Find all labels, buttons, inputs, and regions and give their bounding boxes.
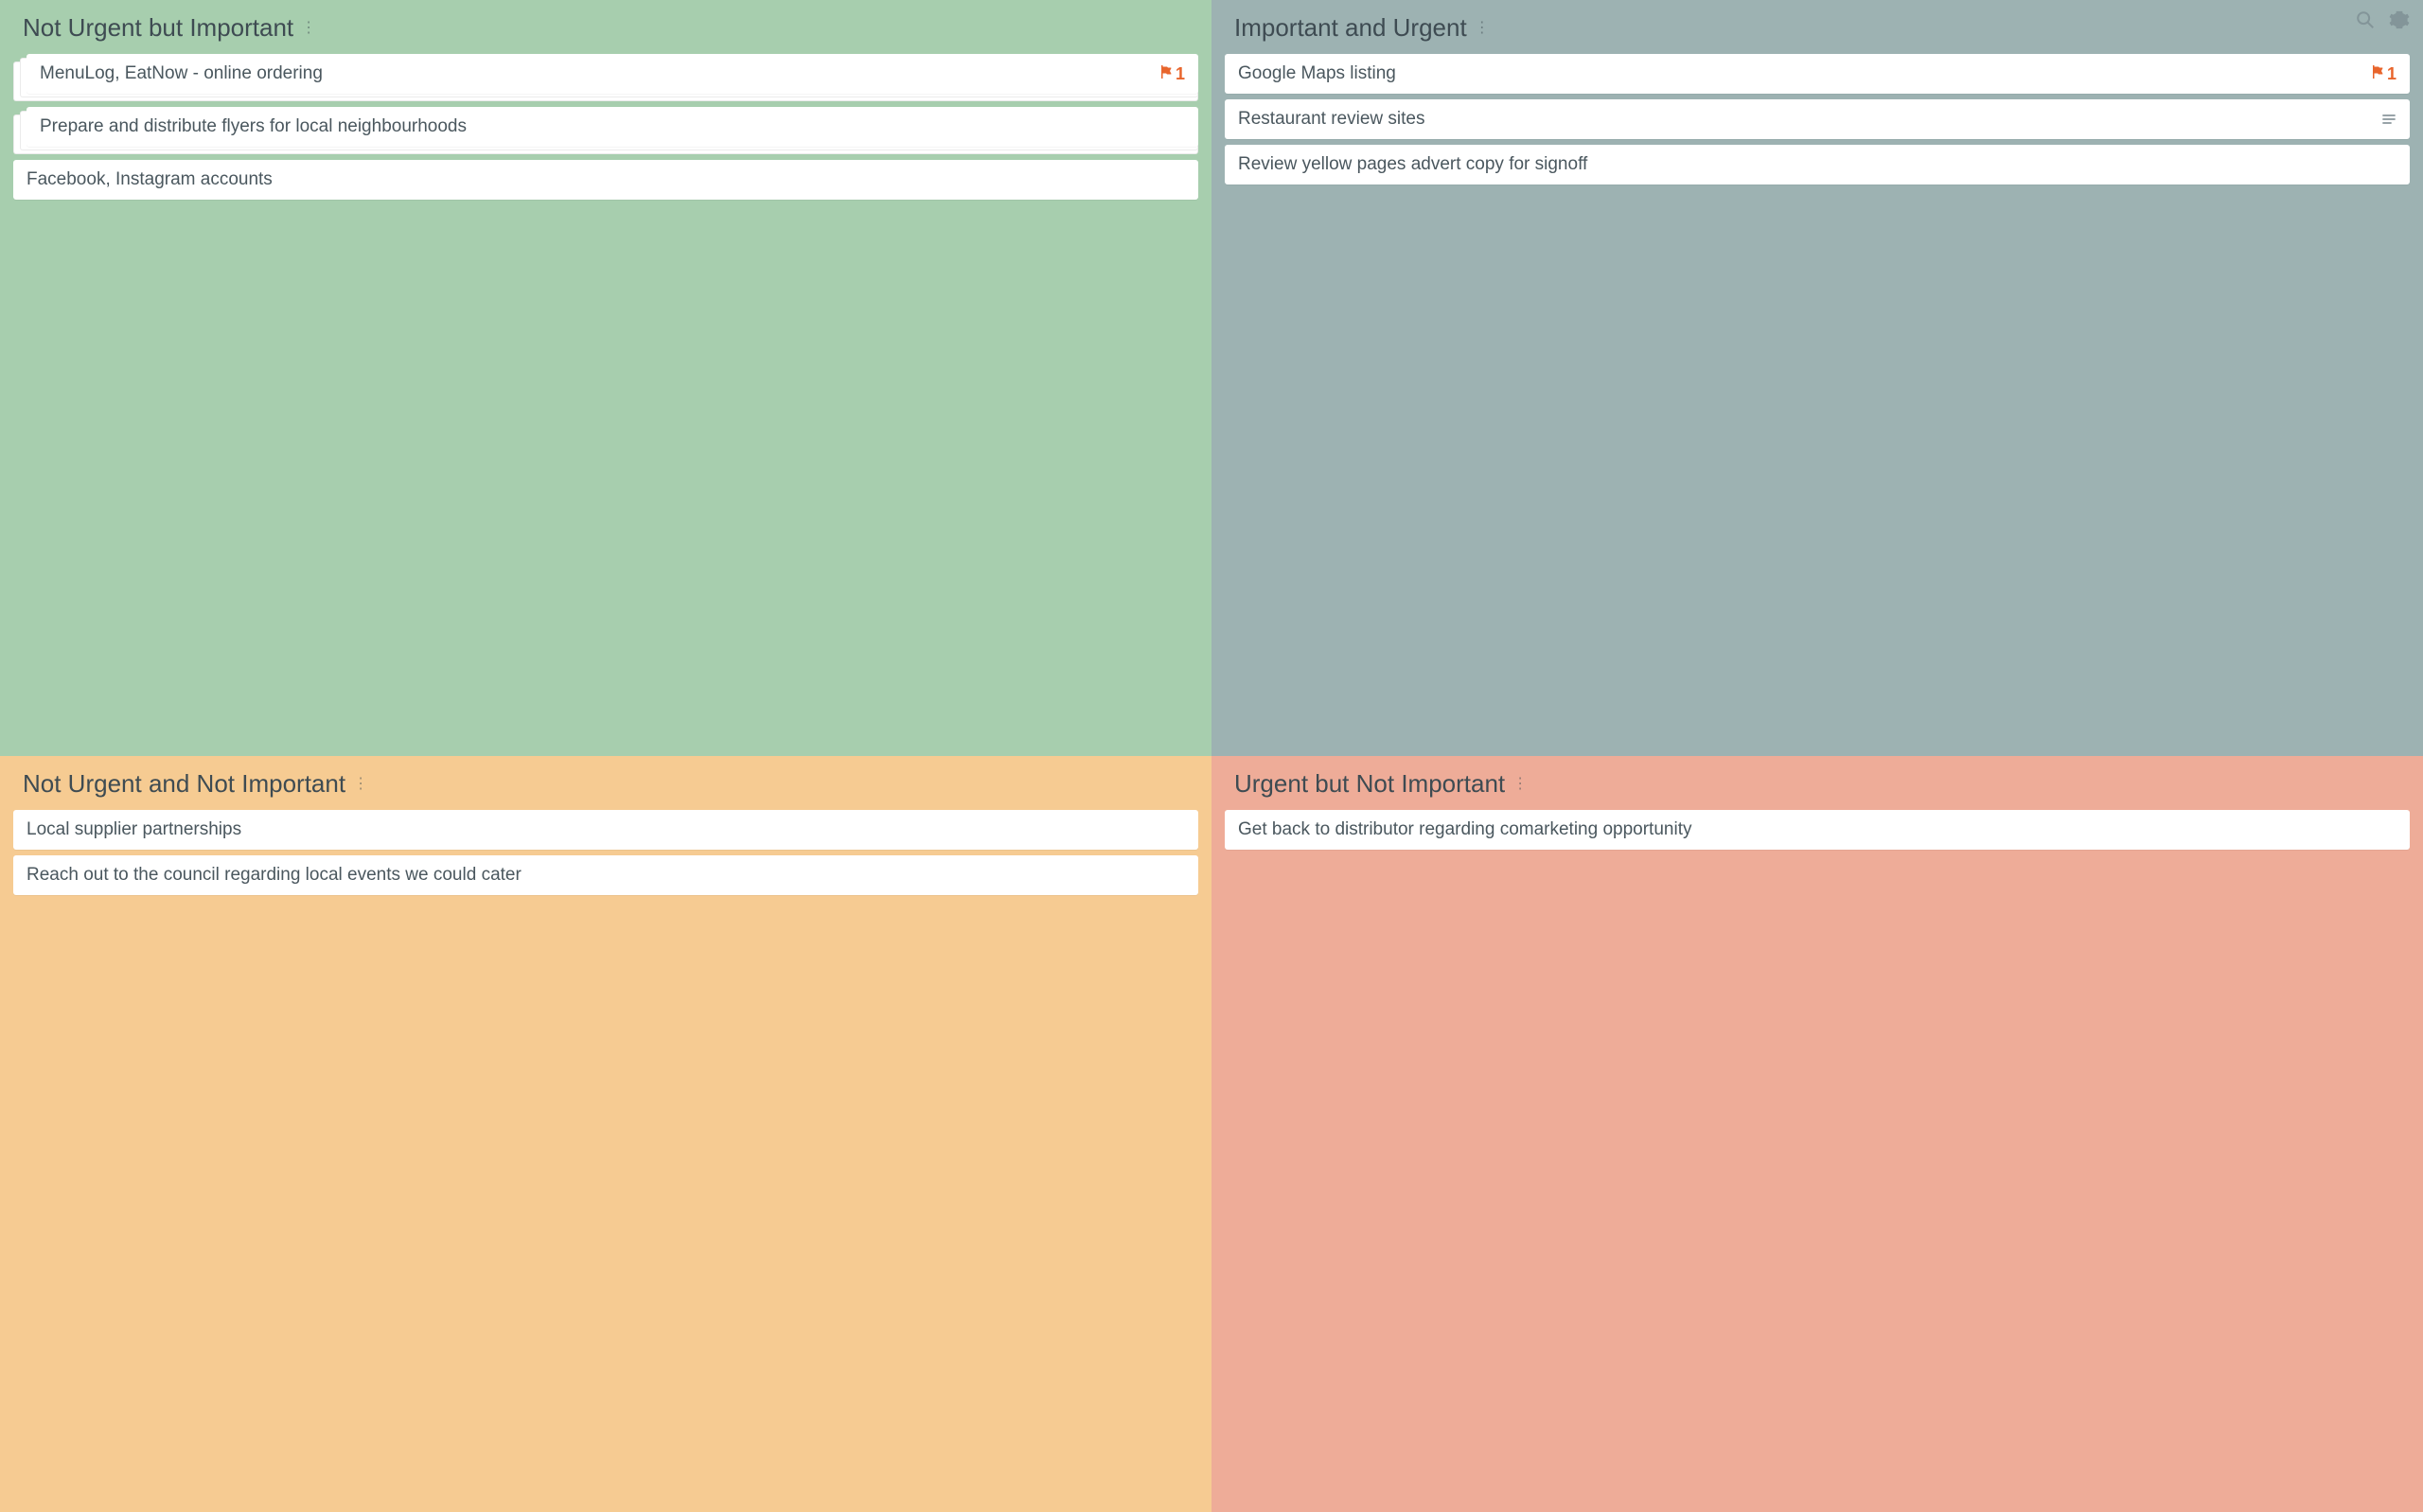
card-list: Google Maps listing 1 Restaurant review … bbox=[1225, 54, 2410, 185]
quadrant-not-urgent-not-important[interactable]: Not Urgent and Not Important ⋮ Local sup… bbox=[0, 756, 1212, 1512]
card-stack[interactable]: MenuLog, EatNow - online ordering 1 bbox=[13, 54, 1198, 94]
card-stack[interactable]: Prepare and distribute flyers for local … bbox=[13, 107, 1198, 147]
flag-icon bbox=[2370, 64, 2385, 84]
drag-handle-icon[interactable]: ⋮ bbox=[353, 777, 368, 792]
task-card[interactable]: Get back to distributor regarding comark… bbox=[1225, 810, 2410, 850]
task-card[interactable]: Review yellow pages advert copy for sign… bbox=[1225, 145, 2410, 185]
task-title: Get back to distributor regarding comark… bbox=[1238, 819, 2396, 840]
task-card[interactable]: Prepare and distribute flyers for local … bbox=[27, 107, 1198, 147]
quadrant-title: Not Urgent and Not Important bbox=[23, 769, 345, 799]
card-wrap[interactable]: Local supplier partnerships bbox=[13, 810, 1198, 850]
search-icon[interactable] bbox=[2355, 9, 2376, 30]
task-card[interactable]: Restaurant review sites bbox=[1225, 99, 2410, 139]
card-list: Local supplier partnerships Reach out to… bbox=[13, 810, 1198, 895]
quadrant-title: Urgent but Not Important bbox=[1234, 769, 1505, 799]
board-tools bbox=[2355, 9, 2410, 30]
quadrant-urgent-not-important[interactable]: Urgent but Not Important ⋮ Get back to d… bbox=[1212, 756, 2423, 1512]
drag-handle-icon[interactable]: ⋮ bbox=[301, 21, 316, 36]
task-card[interactable]: Local supplier partnerships bbox=[13, 810, 1198, 850]
flag-count: 1 bbox=[1176, 64, 1185, 84]
flag-badge[interactable]: 1 bbox=[1158, 64, 1185, 84]
card-wrap[interactable]: Google Maps listing 1 bbox=[1225, 54, 2410, 94]
card-wrap[interactable]: Get back to distributor regarding comark… bbox=[1225, 810, 2410, 850]
flag-badge[interactable]: 1 bbox=[2370, 64, 2396, 84]
card-list: Get back to distributor regarding comark… bbox=[1225, 810, 2410, 850]
quadrant-not-urgent-important[interactable]: Not Urgent but Important ⋮ MenuLog, EatN… bbox=[0, 0, 1212, 756]
description-icon bbox=[2381, 112, 2396, 127]
card-wrap[interactable]: Review yellow pages advert copy for sign… bbox=[1225, 145, 2410, 185]
task-card[interactable]: Facebook, Instagram accounts bbox=[13, 160, 1198, 200]
task-title: Review yellow pages advert copy for sign… bbox=[1238, 154, 2396, 175]
card-wrap[interactable]: Restaurant review sites bbox=[1225, 99, 2410, 139]
task-title: Reach out to the council regarding local… bbox=[27, 865, 1185, 886]
task-card[interactable]: Google Maps listing 1 bbox=[1225, 54, 2410, 94]
quadrant-header: Urgent but Not Important ⋮ bbox=[1225, 769, 2410, 810]
card-wrap[interactable]: Reach out to the council regarding local… bbox=[13, 855, 1198, 895]
task-title: Local supplier partnerships bbox=[27, 819, 1185, 840]
quadrant-title: Not Urgent but Important bbox=[23, 13, 293, 43]
card-list: MenuLog, EatNow - online ordering 1 Prep… bbox=[13, 54, 1198, 200]
quadrant-important-urgent[interactable]: Important and Urgent ⋮ Google Maps listi… bbox=[1212, 0, 2423, 756]
task-title: Google Maps listing bbox=[1238, 63, 2370, 84]
gear-icon[interactable] bbox=[2389, 9, 2410, 30]
priority-matrix-board: Not Urgent but Important ⋮ MenuLog, EatN… bbox=[0, 0, 2423, 1512]
card-wrap[interactable]: Facebook, Instagram accounts bbox=[13, 160, 1198, 200]
task-card[interactable]: Reach out to the council regarding local… bbox=[13, 855, 1198, 895]
task-title: Facebook, Instagram accounts bbox=[27, 169, 1185, 190]
quadrant-header: Important and Urgent ⋮ bbox=[1225, 13, 2410, 54]
task-card[interactable]: MenuLog, EatNow - online ordering 1 bbox=[27, 54, 1198, 94]
drag-handle-icon[interactable]: ⋮ bbox=[1475, 21, 1490, 36]
flag-count: 1 bbox=[2387, 64, 2396, 84]
quadrant-title: Important and Urgent bbox=[1234, 13, 1467, 43]
task-title: Prepare and distribute flyers for local … bbox=[40, 116, 1185, 137]
task-title: MenuLog, EatNow - online ordering bbox=[40, 63, 1158, 84]
flag-icon bbox=[1158, 64, 1174, 84]
task-title: Restaurant review sites bbox=[1238, 109, 2374, 130]
quadrant-header: Not Urgent and Not Important ⋮ bbox=[13, 769, 1198, 810]
drag-handle-icon[interactable]: ⋮ bbox=[1512, 777, 1528, 792]
quadrant-header: Not Urgent but Important ⋮ bbox=[13, 13, 1198, 54]
